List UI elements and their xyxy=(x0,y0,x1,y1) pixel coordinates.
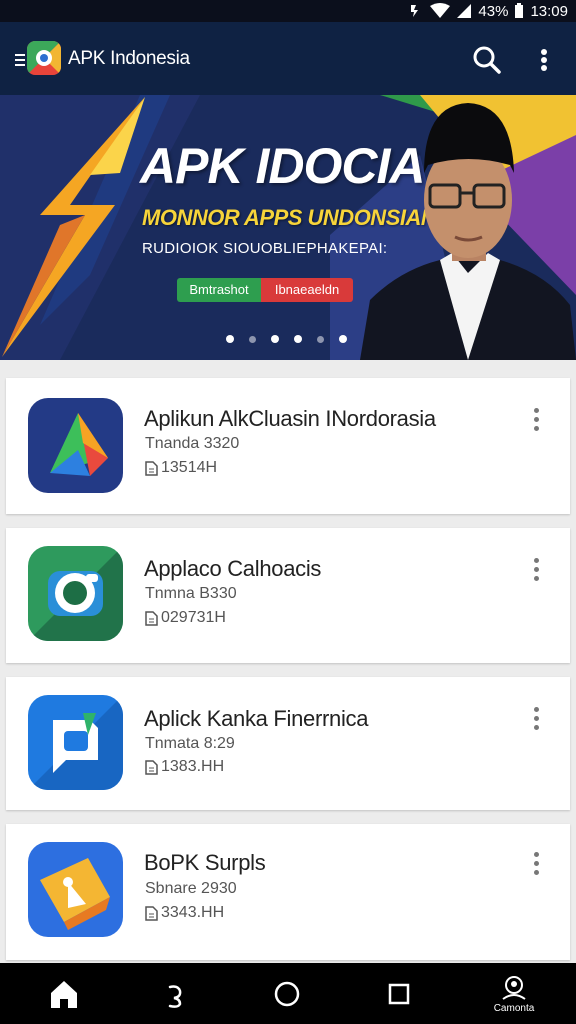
battery-icon xyxy=(514,3,524,19)
battery-percent: 43% xyxy=(478,2,509,20)
file-icon xyxy=(145,905,158,921)
pager-dot[interactable] xyxy=(271,335,279,343)
app-name: Aplick Kanka Finerrnica xyxy=(144,706,369,731)
app-card[interactable]: Aplick Kanka Finerrnica Tnmata 8:29 1383… xyxy=(6,677,570,810)
banner-green-button[interactable]: Bmtrashot xyxy=(177,278,261,302)
app-card[interactable]: Aplikun AlkCluasin INordorasia Tnanda 33… xyxy=(6,378,570,514)
app-size-text: 3343.HH xyxy=(161,904,225,921)
app-name: Applaco Calhoacis xyxy=(144,556,322,581)
lightning-icon xyxy=(2,97,145,357)
app-more-icon[interactable] xyxy=(527,852,545,882)
search-icon[interactable] xyxy=(471,44,503,76)
app-size: 13514H xyxy=(145,459,217,477)
pager-dot[interactable] xyxy=(249,335,256,343)
app-card[interactable]: BoPK Surpls Sbnare 2930 3343.HH xyxy=(6,824,570,960)
app-meta: Tnmata 8:29 xyxy=(145,735,235,752)
pager-dot[interactable] xyxy=(226,335,234,343)
app-size: 029731H xyxy=(145,609,226,627)
app-size: 1383.HH xyxy=(145,758,224,776)
wifi-icon xyxy=(430,3,451,19)
notification-icon xyxy=(408,3,424,19)
recents-icon[interactable] xyxy=(382,977,416,1011)
file-icon xyxy=(145,460,158,476)
app-name: Aplikun AlkCluasin INordorasia xyxy=(144,406,436,431)
app-icon-shop xyxy=(28,842,123,937)
app-icon-camera xyxy=(28,546,123,641)
app-size-text: 029731H xyxy=(161,609,226,626)
app-logo xyxy=(27,41,61,75)
app-size-text: 13514H xyxy=(161,459,218,476)
file-icon xyxy=(145,610,158,626)
circle-home-icon[interactable] xyxy=(270,977,304,1011)
app-icon-play xyxy=(28,398,123,493)
app-size: 3343.HH xyxy=(145,904,224,922)
app-meta: Sbnare 2930 xyxy=(145,880,237,897)
app-bar: APK Indonesia xyxy=(0,22,576,95)
clock: 13:09 xyxy=(530,2,568,20)
back-icon[interactable] xyxy=(158,977,192,1011)
app-more-icon[interactable] xyxy=(527,707,545,737)
status-bar: 43% 13:09 xyxy=(0,0,576,22)
home-icon[interactable] xyxy=(47,977,81,1011)
account-label: Camonta xyxy=(493,1003,535,1014)
pager-dot[interactable] xyxy=(294,335,302,343)
app-size-text: 1383.HH xyxy=(161,758,225,775)
app-title: APK Indonesia xyxy=(68,48,190,69)
banner-person-image xyxy=(360,103,576,360)
signal-icon xyxy=(456,3,472,19)
promo-banner[interactable]: APK IDOCIA MONNOR APPS UNDONSIAN RUDIOIO… xyxy=(0,95,576,360)
app-name: BoPK Surpls xyxy=(144,850,266,875)
app-more-icon[interactable] xyxy=(527,408,545,438)
banner-tagline: RUDIOIOK SIOUOBLIEPHAKEPAI: xyxy=(142,240,388,257)
app-card[interactable]: Applaco Calhoacis Tnmna B330 029731H xyxy=(6,528,570,663)
system-nav-bar: Camonta xyxy=(0,963,576,1024)
banner-pager xyxy=(226,335,347,343)
more-vert-icon[interactable] xyxy=(530,44,558,76)
app-more-icon[interactable] xyxy=(527,558,545,588)
pager-dot[interactable] xyxy=(339,335,347,343)
file-icon xyxy=(145,759,158,775)
app-meta: Tnmna B330 xyxy=(145,585,237,602)
app-meta: Tnanda 3320 xyxy=(145,435,240,452)
pager-dot[interactable] xyxy=(317,335,324,343)
banner-red-button[interactable]: Ibnaeaeldn xyxy=(261,278,353,302)
menu-icon[interactable] xyxy=(15,54,25,66)
app-icon-chat xyxy=(28,695,123,790)
